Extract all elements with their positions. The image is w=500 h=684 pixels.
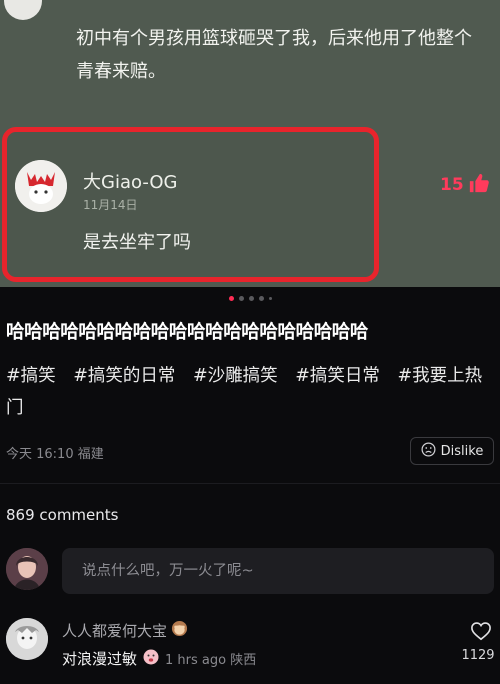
hashtag-list: #搞笑 #搞笑的日常 #沙雕搞笑 #搞笑日常 #我要上热门 [6, 360, 494, 424]
hashtag[interactable]: #搞笑的日常 [73, 366, 175, 386]
reply-date: 11月14日 [83, 198, 138, 212]
thumbs-up-icon [468, 172, 490, 198]
carousel-indicator [0, 296, 500, 301]
comment-like-count: 1129 [461, 648, 495, 663]
comment-text: 对浪漫过敏 [62, 650, 138, 668]
highlighted-comment-box: 大Giao-OG 11月14日 是去坐牢了吗 [2, 127, 379, 282]
sad-face-icon [421, 442, 436, 461]
embedded-screenshot: 初中有个男孩用篮球砸哭了我，后来他用了他整个青春来赔。 大Giao-OG 11月… [0, 0, 500, 287]
dislike-label: Dislike [440, 443, 484, 459]
comments-count: 869 comments [6, 506, 119, 524]
hashtag[interactable]: #搞笑 [6, 366, 56, 386]
carousel-dot[interactable] [228, 296, 234, 301]
reply-like: 15 [440, 172, 490, 198]
post-caption: 哈哈哈哈哈哈哈哈哈哈哈哈哈哈哈哈哈哈哈哈 [6, 322, 369, 343]
heart-icon[interactable] [470, 621, 492, 645]
reply-text: 是去坐牢了吗 [83, 232, 191, 253]
post-time-location: 今天 16:10 福建 [6, 447, 104, 462]
comment-input-box[interactable] [62, 548, 494, 594]
divider [0, 483, 500, 484]
current-user-avatar [6, 548, 48, 590]
carousel-dot[interactable] [248, 296, 254, 301]
crying-face-emoji-icon [143, 649, 159, 669]
carousel-dot[interactable] [238, 296, 244, 301]
previous-commenter-avatar [4, 0, 42, 20]
comment-meta: 1 hrs ago 陕西 [165, 653, 257, 668]
reply-like-count: 15 [440, 175, 464, 195]
hashtag[interactable]: #沙雕搞笑 [193, 366, 278, 386]
carousel-dot[interactable] [268, 297, 272, 300]
comment-input[interactable] [82, 563, 494, 579]
reply-avatar [15, 160, 67, 212]
commenter-avatar[interactable] [6, 618, 48, 660]
monkey-emoji-icon [171, 620, 188, 641]
comment-username-row: 人人都爱何大宝 [62, 620, 188, 641]
comment-username[interactable]: 人人都爱何大宝 [62, 620, 167, 641]
screenshot-comment-text: 初中有个男孩用篮球砸哭了我，后来他用了他整个青春来赔。 [76, 28, 472, 82]
reply-username: 大Giao-OG [83, 172, 178, 193]
carousel-dot[interactable] [258, 296, 264, 301]
dislike-button[interactable]: Dislike [410, 437, 494, 465]
hashtag[interactable]: #搞笑日常 [295, 366, 380, 386]
comment-body-row: 对浪漫过敏 1 hrs ago 陕西 [62, 648, 256, 669]
